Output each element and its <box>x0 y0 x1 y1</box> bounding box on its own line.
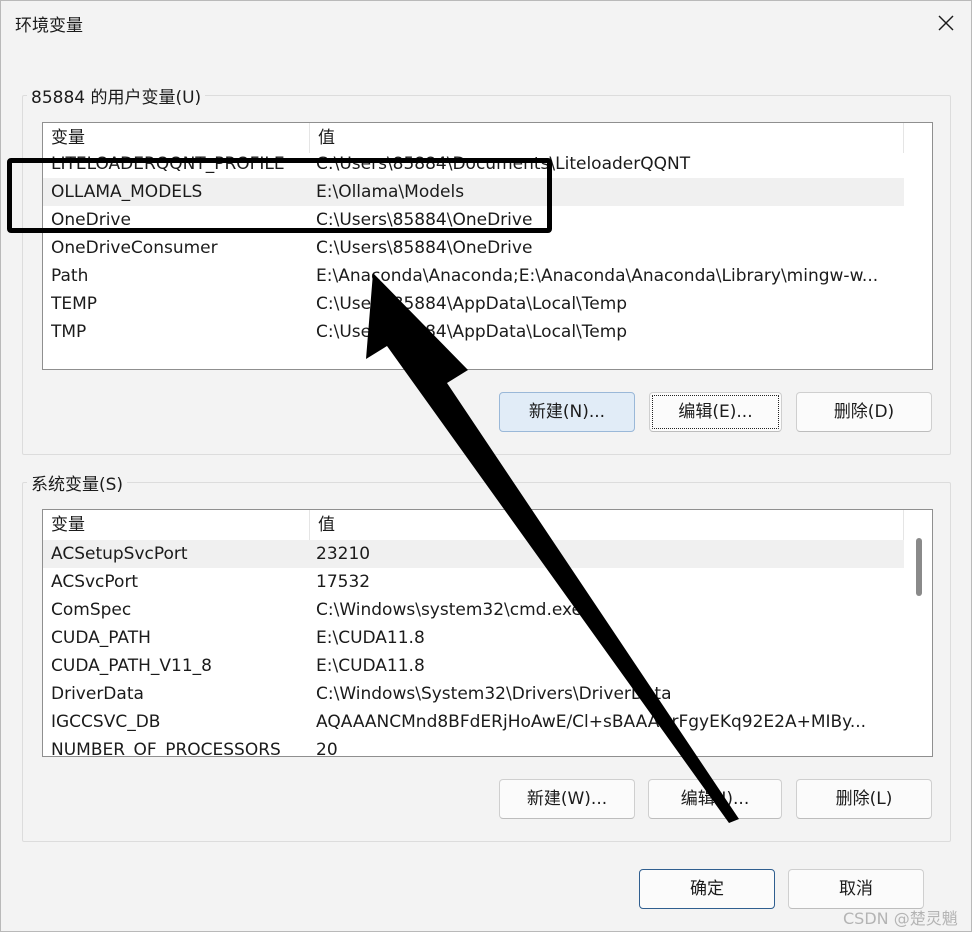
table-row[interactable]: LITELOADERQQNT_PROFILE C:\Users\85884\Doc… <box>43 150 904 178</box>
table-row[interactable]: CUDA_PATH_V11_8 E:\CUDA11.8 <box>43 652 904 680</box>
ok-button[interactable]: 确定 <box>639 869 775 909</box>
variable-name-cell: OLLAMA_MODELS <box>51 182 203 202</box>
cancel-button[interactable]: 取消 <box>788 869 924 909</box>
table-row[interactable]: DriverData C:\Windows\System32\Drivers\Dr… <box>43 680 904 708</box>
variable-value-cell: E:\Ollama\Models <box>316 182 465 202</box>
list-header: 变量 值 <box>43 123 904 153</box>
user-variables-title: 85884 的用户变量(U) <box>27 83 206 108</box>
variable-value-cell: 23210 <box>316 544 371 564</box>
variable-name-cell: ACSetupSvcPort <box>51 544 188 564</box>
scrollbar-thumb[interactable] <box>916 538 922 596</box>
variable-name-cell: OneDrive <box>51 210 131 230</box>
table-row[interactable]: NUMBER_OF_PROCESSORS 20 <box>43 736 904 757</box>
environment-variables-dialog: 环境变量 85884 的用户变量(U) 变量 值 LITELOADERQQNT_… <box>0 0 972 932</box>
variable-value-cell: C:\Users\85884\AppData\Local\Temp <box>316 322 628 342</box>
table-row[interactable]: ComSpec C:\Windows\system32\cmd.exe <box>43 596 904 624</box>
system-variable-rows: ACSetupSvcPort 23210 ACSvcPort 17532 ComSpec… <box>43 540 904 757</box>
variable-name-cell: TMP <box>51 322 87 342</box>
table-row[interactable]: OLLAMA_MODELS E:\Ollama\Models <box>43 178 904 206</box>
title-bar: 环境变量 <box>1 1 971 45</box>
variable-value-cell: C:\Users\85884\Documents\LiteloaderQQNT <box>316 154 691 174</box>
variable-value-cell: C:\Users\85884\OneDrive <box>316 238 533 258</box>
system-variables-list[interactable]: 变量 值 ACSetupSvcPort 23210 ACSvcPort 17532 Co… <box>42 509 933 757</box>
system-delete-button[interactable]: 删除(L) <box>796 779 932 819</box>
variable-name-cell: TEMP <box>51 294 98 314</box>
user-edit-button[interactable]: 编辑(E)... <box>649 392 782 432</box>
table-row[interactable]: ACSetupSvcPort 23210 <box>43 540 904 568</box>
window-title: 环境变量 <box>15 16 83 36</box>
user-variable-rows: LITELOADERQQNT_PROFILE C:\Users\85884\Doc… <box>43 154 904 346</box>
table-row[interactable]: OneDriveConsumer C:\Users\85884\OneDrive <box>43 234 904 262</box>
column-header-value[interactable]: 值 <box>310 510 904 540</box>
variable-name-cell: Path <box>51 266 89 286</box>
table-row[interactable]: Path E:\Anaconda\Anaconda;E:\Anaconda\Ana… <box>43 262 904 290</box>
table-row[interactable]: CUDA_PATH E:\CUDA11.8 <box>43 624 904 652</box>
variable-name-cell: LITELOADERQQNT_PROFILE <box>51 154 285 174</box>
close-button[interactable] <box>923 1 969 45</box>
table-row[interactable]: ACSvcPort 17532 <box>43 568 904 596</box>
variable-value-cell: C:\Users\85884\AppData\Local\Temp <box>316 294 628 314</box>
variable-value-cell: E:\CUDA11.8 <box>316 628 425 648</box>
variable-name-cell: NUMBER_OF_PROCESSORS <box>51 740 281 757</box>
table-row[interactable]: OneDrive C:\Users\85884\OneDrive <box>43 206 904 234</box>
system-new-button[interactable]: 新建(W)... <box>499 779 635 819</box>
table-row[interactable]: TMP C:\Users\85884\AppData\Local\Temp <box>43 318 904 346</box>
variable-value-cell: C:\Windows\system32\cmd.exe <box>316 600 583 620</box>
system-edit-button[interactable]: 编辑(I)... <box>648 779 782 819</box>
table-row[interactable]: TEMP C:\Users\85884\AppData\Local\Temp <box>43 290 904 318</box>
column-header-variable[interactable]: 变量 <box>43 510 310 540</box>
variable-value-cell: 20 <box>316 740 338 757</box>
system-variables-title: 系统变量(S) <box>27 470 128 495</box>
variable-value-cell: E:\CUDA11.8 <box>316 656 425 676</box>
variable-name-cell: CUDA_PATH_V11_8 <box>51 656 212 676</box>
watermark: CSDN @楚灵魈 <box>843 909 958 928</box>
column-header-variable[interactable]: 变量 <box>43 123 310 153</box>
variable-name-cell: CUDA_PATH <box>51 628 151 648</box>
list-header: 变量 值 <box>43 510 904 540</box>
variable-value-cell: C:\Windows\System32\Drivers\DriverData <box>316 684 672 704</box>
variable-name-cell: ComSpec <box>51 600 132 620</box>
variable-name-cell: ACSvcPort <box>51 572 139 592</box>
variable-value-cell: C:\Users\85884\OneDrive <box>316 210 533 230</box>
user-new-button[interactable]: 新建(N)... <box>499 392 635 432</box>
user-delete-button[interactable]: 删除(D) <box>796 392 932 432</box>
variable-value-cell: E:\Anaconda\Anaconda;E:\Anaconda\Anacond… <box>316 266 879 286</box>
variable-value-cell: 17532 <box>316 572 371 592</box>
variable-name-cell: OneDriveConsumer <box>51 238 218 258</box>
variable-name-cell: IGCCSVC_DB <box>51 712 161 732</box>
variable-name-cell: DriverData <box>51 684 144 704</box>
close-icon <box>938 15 954 31</box>
table-row[interactable]: IGCCSVC_DB AQAAANCMnd8BFdERjHoAwE/Cl+sBAA… <box>43 708 904 736</box>
variable-value-cell: AQAAANCMnd8BFdERjHoAwE/Cl+sBAAAArFgyEKq9… <box>316 712 867 732</box>
column-header-value[interactable]: 值 <box>310 123 904 153</box>
user-variables-list[interactable]: 变量 值 LITELOADERQQNT_PROFILE C:\Users\8588… <box>42 122 933 370</box>
system-list-scrollbar[interactable] <box>904 510 932 756</box>
